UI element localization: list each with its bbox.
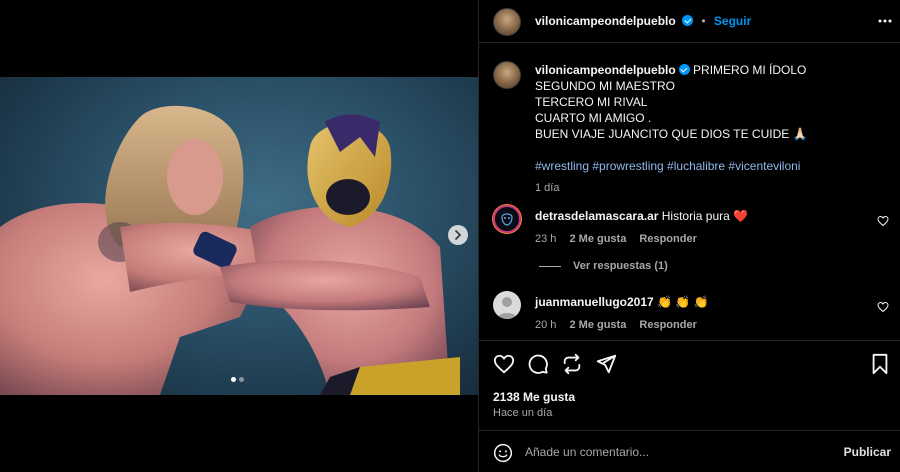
share-button[interactable] bbox=[595, 353, 617, 378]
caption-line: SEGUNDO MI MAESTRO bbox=[535, 79, 676, 93]
verified-badge-icon bbox=[678, 64, 690, 75]
heart-outline-icon bbox=[877, 215, 889, 227]
comment-meta: 23 h 2 Me gusta Responder bbox=[535, 233, 707, 245]
share-icon bbox=[596, 354, 617, 374]
post-details-panel: vilonicampeondelpueblo • Seguir vilonica… bbox=[478, 0, 900, 472]
comment-reply-button[interactable]: Responder bbox=[639, 233, 696, 245]
post-date[interactable]: Hace un día bbox=[493, 407, 552, 419]
bookmark-icon bbox=[872, 353, 888, 375]
carousel-indicator bbox=[231, 377, 244, 382]
more-horizontal-icon bbox=[878, 19, 892, 23]
comment-text: Historia pura bbox=[661, 209, 730, 223]
comment-like-button[interactable] bbox=[877, 215, 889, 230]
emoji-picker-button[interactable] bbox=[493, 443, 513, 466]
hashtags-text[interactable]: #wrestling #prowrestling #luchalibre #vi… bbox=[535, 159, 800, 173]
comment-username[interactable]: detrasdelamascara.ar bbox=[535, 209, 658, 223]
post-header: vilonicampeondelpueblo • Seguir bbox=[479, 0, 900, 43]
comment-item: detrasdelamascara.ar Historia pura ❤️ 23… bbox=[493, 205, 893, 245]
comment-icon bbox=[528, 354, 548, 374]
caption-author-avatar[interactable] bbox=[493, 61, 521, 89]
default-avatar-icon bbox=[497, 297, 517, 319]
heart-outline-icon bbox=[877, 301, 889, 313]
comment-likes[interactable]: 2 Me gusta bbox=[569, 233, 626, 245]
wrestlers-photo bbox=[0, 105, 460, 395]
replies-divider bbox=[539, 265, 561, 267]
comment-time[interactable]: 20 h bbox=[535, 319, 556, 331]
post-photo[interactable] bbox=[0, 77, 478, 395]
author-username[interactable]: vilonicampeondelpueblo bbox=[535, 14, 676, 28]
carousel-next-button[interactable] bbox=[448, 225, 468, 245]
repost-icon bbox=[563, 353, 581, 375]
repost-button[interactable] bbox=[561, 353, 583, 378]
post-comment-button[interactable]: Publicar bbox=[844, 445, 891, 459]
view-replies-button[interactable]: Ver respuestas (1) bbox=[539, 260, 668, 272]
carousel-dot bbox=[239, 377, 244, 382]
caption-line: PRIMERO MI ÍDOLO bbox=[693, 63, 807, 77]
view-replies-label[interactable]: Ver respuestas (1) bbox=[573, 260, 668, 272]
post-actions: 2138 Me gusta Hace un día bbox=[479, 340, 900, 430]
comment-button[interactable] bbox=[527, 353, 549, 378]
author-avatar[interactable] bbox=[493, 8, 521, 36]
comment-text: 👏 👏 👏 bbox=[657, 295, 709, 309]
carousel-dot-active bbox=[231, 377, 236, 382]
comment-username[interactable]: juanmanuellugo2017 bbox=[535, 295, 654, 309]
more-options-button[interactable] bbox=[877, 13, 893, 32]
comment-meta: 20 h 2 Me gusta Responder bbox=[535, 319, 707, 331]
comment-composer: Publicar bbox=[479, 430, 900, 472]
chevron-right-icon bbox=[455, 230, 462, 240]
caption-username-line: vilonicampeondelpueblo PRIMERO MI ÍDOLO bbox=[535, 63, 806, 77]
comment-time[interactable]: 23 h bbox=[535, 233, 556, 245]
comment-reply-button[interactable]: Responder bbox=[639, 319, 696, 331]
post-caption: vilonicampeondelpueblo PRIMERO MI ÍDOLO … bbox=[535, 62, 885, 196]
caption-hashtags[interactable]: #wrestling #prowrestling #luchalibre #vi… bbox=[535, 158, 885, 174]
smiley-icon bbox=[493, 443, 513, 463]
author-line: vilonicampeondelpueblo • Seguir bbox=[535, 14, 751, 28]
comment-likes[interactable]: 2 Me gusta bbox=[569, 319, 626, 331]
heart-emoji: ❤️ bbox=[733, 209, 749, 223]
verified-badge-icon bbox=[682, 15, 694, 26]
comment-body: juanmanuellugo2017 👏 👏 👏 bbox=[535, 295, 865, 309]
separator-dot: • bbox=[701, 14, 706, 28]
like-button[interactable] bbox=[493, 353, 515, 378]
caption-username[interactable]: vilonicampeondelpueblo bbox=[535, 63, 676, 77]
comment-input[interactable] bbox=[525, 441, 835, 463]
caption-line: TERCERO MI RIVAL bbox=[535, 95, 648, 109]
caption-line: CUARTO MI AMIGO . bbox=[535, 111, 652, 125]
likes-count[interactable]: 2138 Me gusta bbox=[493, 390, 575, 404]
commenter-avatar[interactable] bbox=[493, 205, 521, 233]
follow-button[interactable]: Seguir bbox=[714, 14, 751, 28]
commenter-avatar[interactable] bbox=[493, 291, 521, 319]
caption-line: BUEN VIAJE JUANCITO QUE DIOS TE CUIDE 🙏🏻 bbox=[535, 127, 808, 141]
caption-time[interactable]: 1 día bbox=[535, 180, 885, 196]
comment-body: detrasdelamascara.ar Historia pura ❤️ bbox=[535, 209, 865, 223]
save-button[interactable] bbox=[870, 353, 890, 378]
heart-icon bbox=[493, 354, 515, 374]
comment-item: juanmanuellugo2017 👏 👏 👏 20 h 2 Me gusta… bbox=[493, 291, 893, 331]
mask-logo-icon bbox=[501, 213, 513, 226]
comment-like-button[interactable] bbox=[877, 301, 889, 316]
post-media bbox=[0, 0, 478, 472]
